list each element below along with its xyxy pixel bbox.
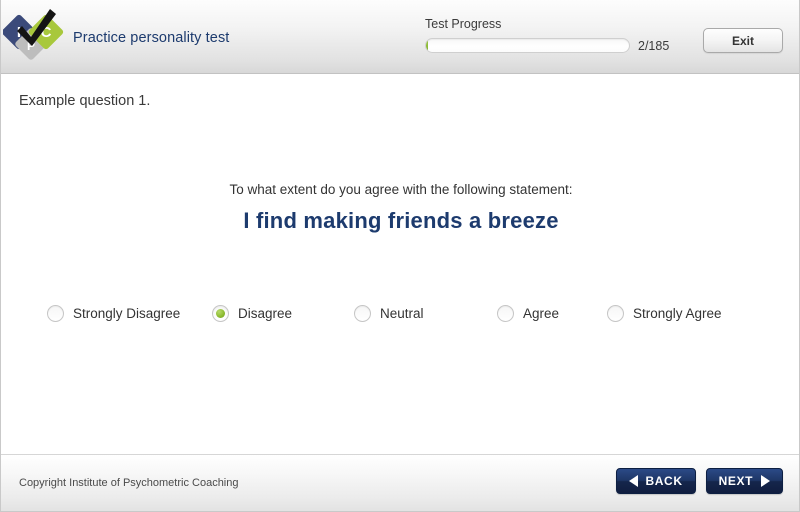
- radio-button-disagree[interactable]: [212, 305, 229, 322]
- back-button-label: BACK: [645, 474, 683, 488]
- next-button[interactable]: NEXT: [705, 468, 783, 494]
- question-prompt: To what extent do you agree with the fol…: [229, 182, 573, 197]
- next-button-label: NEXT: [718, 474, 753, 488]
- example-question-label: Example question 1.: [19, 93, 151, 109]
- header-bar: I P C Practice personality test Test Pro…: [1, 0, 799, 74]
- exit-button[interactable]: Exit: [703, 28, 783, 53]
- answer-option-label: Disagree: [238, 306, 293, 321]
- progress-section: Test Progress 2/185: [425, 17, 685, 53]
- copyright-text: Copyright Institute of Psychometric Coac…: [19, 477, 239, 489]
- test-window: I P C Practice personality test Test Pro…: [0, 0, 800, 512]
- progress-label: Test Progress: [425, 17, 502, 31]
- progress-bar-fill: [426, 39, 429, 52]
- progress-count: 2/185: [638, 38, 670, 53]
- answer-option-label: Strongly Disagree: [73, 306, 181, 321]
- radio-button-neutral[interactable]: [354, 305, 371, 322]
- question-statement: I find making friends a breeze: [243, 208, 559, 233]
- radio-button-strongly-disagree[interactable]: [47, 305, 64, 322]
- answer-option-agree[interactable]: Agree: [497, 305, 607, 322]
- page-title: Practice personality test: [73, 30, 230, 46]
- back-button[interactable]: BACK: [615, 468, 696, 494]
- arrow-left-icon: [628, 475, 638, 487]
- ipc-diamond-logo-icon: I P C: [1, 5, 71, 69]
- answer-option-strongly-agree[interactable]: Strongly Agree: [607, 305, 722, 322]
- answer-option-label: Agree: [523, 306, 560, 321]
- answer-options-group: Strongly Disagree Disagree Neutral Agree…: [47, 305, 757, 322]
- navigation-buttons: BACK NEXT: [615, 468, 783, 494]
- answer-option-neutral[interactable]: Neutral: [354, 305, 497, 322]
- answer-option-label: Neutral: [380, 306, 424, 321]
- progress-bar: [425, 38, 630, 53]
- answer-option-strongly-disagree[interactable]: Strongly Disagree: [47, 305, 212, 322]
- answer-option-disagree[interactable]: Disagree: [212, 305, 354, 322]
- arrow-right-icon: [761, 475, 770, 487]
- radio-button-strongly-agree[interactable]: [607, 305, 624, 322]
- radio-button-agree[interactable]: [497, 305, 514, 322]
- footer-bar: Copyright Institute of Psychometric Coac…: [1, 454, 799, 511]
- question-area: Example question 1. To what extent do yo…: [1, 75, 799, 454]
- answer-option-label: Strongly Agree: [633, 306, 722, 321]
